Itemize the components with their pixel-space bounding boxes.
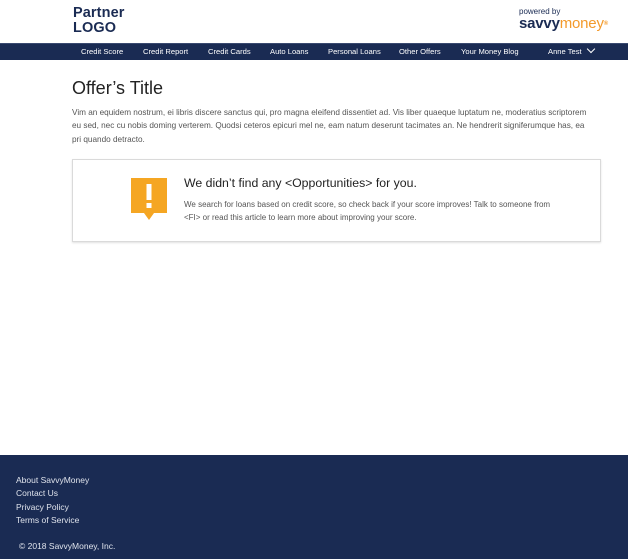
chevron-down-icon	[586, 44, 595, 54]
footer-link-about[interactable]: About SavvyMoney	[16, 475, 89, 485]
copyright: © 2018 SavvyMoney, Inc.	[19, 541, 116, 551]
brand-money: money	[559, 15, 604, 32]
partner-logo-line2: LOGO	[73, 20, 117, 36]
site-header: Partner LOGO powered by savvymoney®	[0, 0, 628, 43]
nav-other-offers[interactable]: Other Offers	[399, 44, 441, 60]
footer-link-contact[interactable]: Contact Us	[16, 488, 58, 498]
no-opportunities-card: We didn’t find any <Opportunities> for y…	[72, 159, 601, 242]
alert-exclamation-icon	[131, 178, 167, 220]
site-footer: About SavvyMoney Contact Us Privacy Poli…	[0, 455, 628, 559]
nav-credit-report[interactable]: Credit Report	[143, 44, 188, 60]
card-heading: We didn’t find any <Opportunities> for y…	[184, 176, 417, 190]
card-message: We search for loans based on credit scor…	[184, 200, 551, 223]
partner-logo[interactable]: Partner LOGO	[73, 6, 124, 36]
nav-credit-score[interactable]: Credit Score	[81, 44, 123, 60]
user-menu[interactable]: Anne Test	[548, 44, 595, 60]
savvymoney-logo: savvymoney®	[519, 16, 608, 32]
main-nav: Credit Score Credit Report Credit Cards …	[0, 43, 628, 60]
brand-registered-mark: ®	[603, 21, 608, 27]
user-name: Anne Test	[548, 47, 582, 56]
brand-savvy: savvy	[519, 15, 560, 32]
powered-by-logo: powered by savvymoney®	[519, 7, 608, 32]
nav-credit-cards[interactable]: Credit Cards	[208, 44, 251, 60]
page-title: Offer’s Title	[72, 78, 164, 98]
footer-link-terms[interactable]: Terms of Service	[16, 515, 79, 525]
partner-logo-line1: Partner	[73, 5, 125, 21]
nav-your-money-blog[interactable]: Your Money Blog	[461, 44, 519, 60]
nav-auto-loans[interactable]: Auto Loans	[270, 44, 308, 60]
nav-personal-loans[interactable]: Personal Loans	[328, 44, 381, 60]
offer-description: Vim an equidem nostrum, ei libris discer…	[72, 108, 587, 144]
footer-link-privacy[interactable]: Privacy Policy	[16, 502, 69, 512]
